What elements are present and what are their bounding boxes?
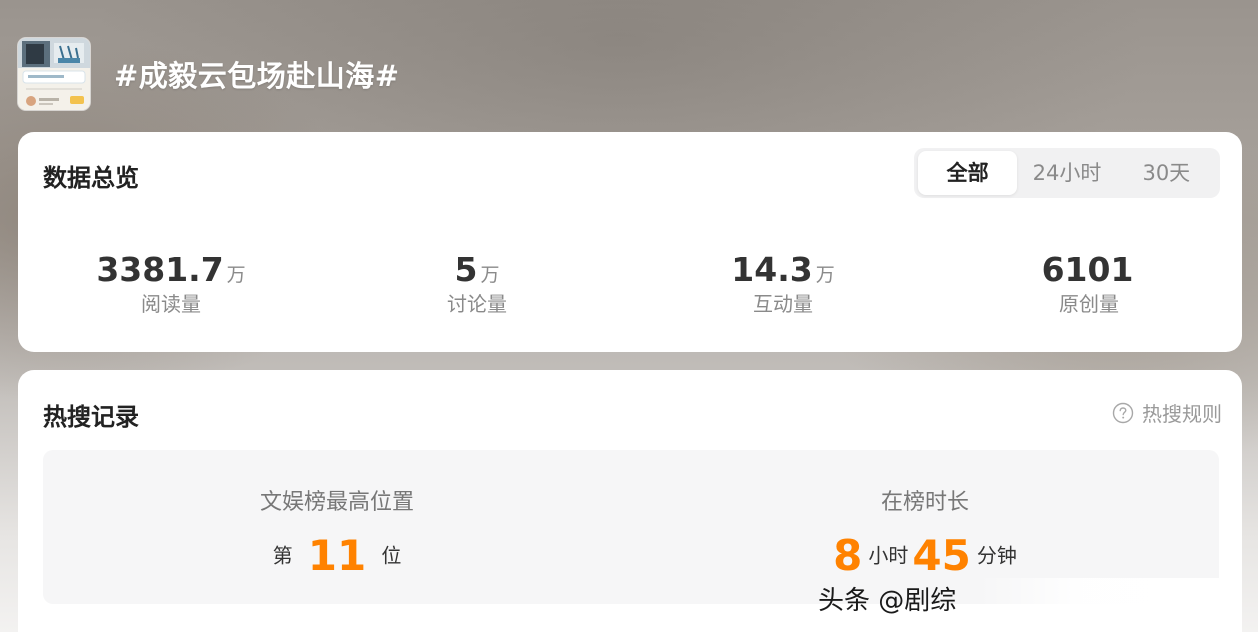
stat-unit: 万	[480, 264, 500, 286]
stat-interactions: 14.3 万 互动量	[630, 250, 936, 318]
stat-value: 5	[454, 250, 478, 289]
stat-value: 6101	[1041, 250, 1134, 289]
topic-header: #成毅云包场赴山海#	[18, 38, 400, 110]
watermark: 头条 @剧综	[818, 578, 1238, 618]
tab-all[interactable]: 全部	[918, 151, 1018, 195]
tab-30d[interactable]: 30天	[1117, 151, 1216, 195]
stat-label: 原创量	[1059, 292, 1119, 316]
question-circle-icon	[1112, 402, 1134, 423]
duration-label: 在榜时长	[880, 490, 969, 515]
peak-label: 文娱榜最高位置	[259, 490, 414, 515]
rules-label: 热搜规则	[1142, 402, 1222, 426]
topic-thumbnail	[18, 38, 90, 110]
stat-label: 讨论量	[447, 292, 507, 316]
overview-title: 数据总览	[43, 164, 139, 192]
stat-originals: 6101 原创量	[936, 250, 1242, 318]
duration-minutes-unit: 分钟	[976, 543, 1017, 568]
stat-discussions: 5万 讨论量	[324, 250, 630, 318]
topic-cover-image	[18, 38, 90, 110]
peak-value: 11	[307, 530, 367, 580]
peak-prefix: 第	[272, 543, 293, 568]
stat-value: 3381.7	[96, 250, 224, 289]
duration-hours: 8	[833, 530, 863, 580]
duration-hours-unit: 小时	[868, 543, 909, 568]
data-overview-card: 数据总览 全部 24小时 30天 3381.7 万 阅读量 5万 讨论量 14.3…	[18, 132, 1242, 352]
hot-search-rules-link[interactable]: 热搜规则	[1112, 398, 1222, 427]
topic-title: #成毅云包场赴山海#	[114, 59, 400, 93]
stat-label: 互动量	[753, 292, 813, 316]
hot-search-title: 热搜记录	[43, 403, 139, 431]
time-range-tabs: 全部 24小时 30天	[914, 148, 1220, 198]
stats-row: 3381.7 万 阅读量 5万 讨论量 14.3 万 互动量 6101 原创量	[18, 250, 1242, 318]
duration-minutes: 45	[912, 530, 971, 580]
stat-value: 14.3	[731, 250, 813, 289]
peak-suffix: 位	[381, 543, 402, 568]
stat-unit: 万	[815, 264, 835, 286]
stat-reads: 3381.7 万 阅读量	[18, 250, 324, 318]
stat-unit: 万	[226, 264, 246, 286]
peak-position: 文娱榜最高位置 第 11 位	[43, 450, 631, 604]
watermark-text: 头条 @剧综	[818, 585, 957, 616]
tab-24h[interactable]: 24小时	[1017, 151, 1116, 195]
stat-label: 阅读量	[141, 292, 201, 316]
